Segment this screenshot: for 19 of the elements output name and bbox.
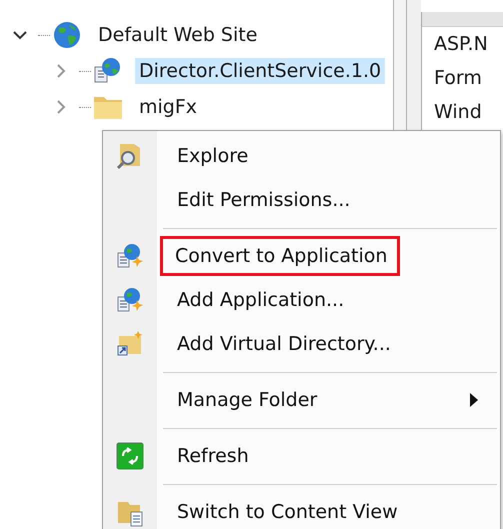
globe-icon (52, 20, 82, 50)
menu-item[interactable]: Add Virtual Directory... (177, 327, 391, 361)
tree-item[interactable]: Director.ClientService.1.0 (135, 58, 386, 84)
menu-item[interactable]: Add Application... (177, 283, 344, 317)
add-application-icon (116, 242, 144, 270)
feature-item[interactable]: Form (434, 67, 482, 89)
refresh-icon (116, 442, 144, 470)
menu-item[interactable]: Convert to Application (163, 239, 398, 273)
menu-item[interactable]: Edit Permissions... (177, 183, 350, 217)
tree-item[interactable]: Default Web Site (94, 22, 262, 48)
menu-item[interactable]: Manage Folder (177, 383, 318, 417)
menu-item[interactable]: Refresh (177, 439, 249, 473)
tree-item[interactable]: migFx (135, 94, 202, 120)
menu-item[interactable]: Explore (177, 139, 248, 173)
add-application-icon (116, 286, 144, 314)
add-folder-icon (116, 330, 144, 358)
feature-item[interactable]: ASP.N (434, 33, 488, 55)
menu-item[interactable]: Switch to Content View (177, 495, 398, 529)
feature-item[interactable]: Wind (434, 101, 482, 123)
